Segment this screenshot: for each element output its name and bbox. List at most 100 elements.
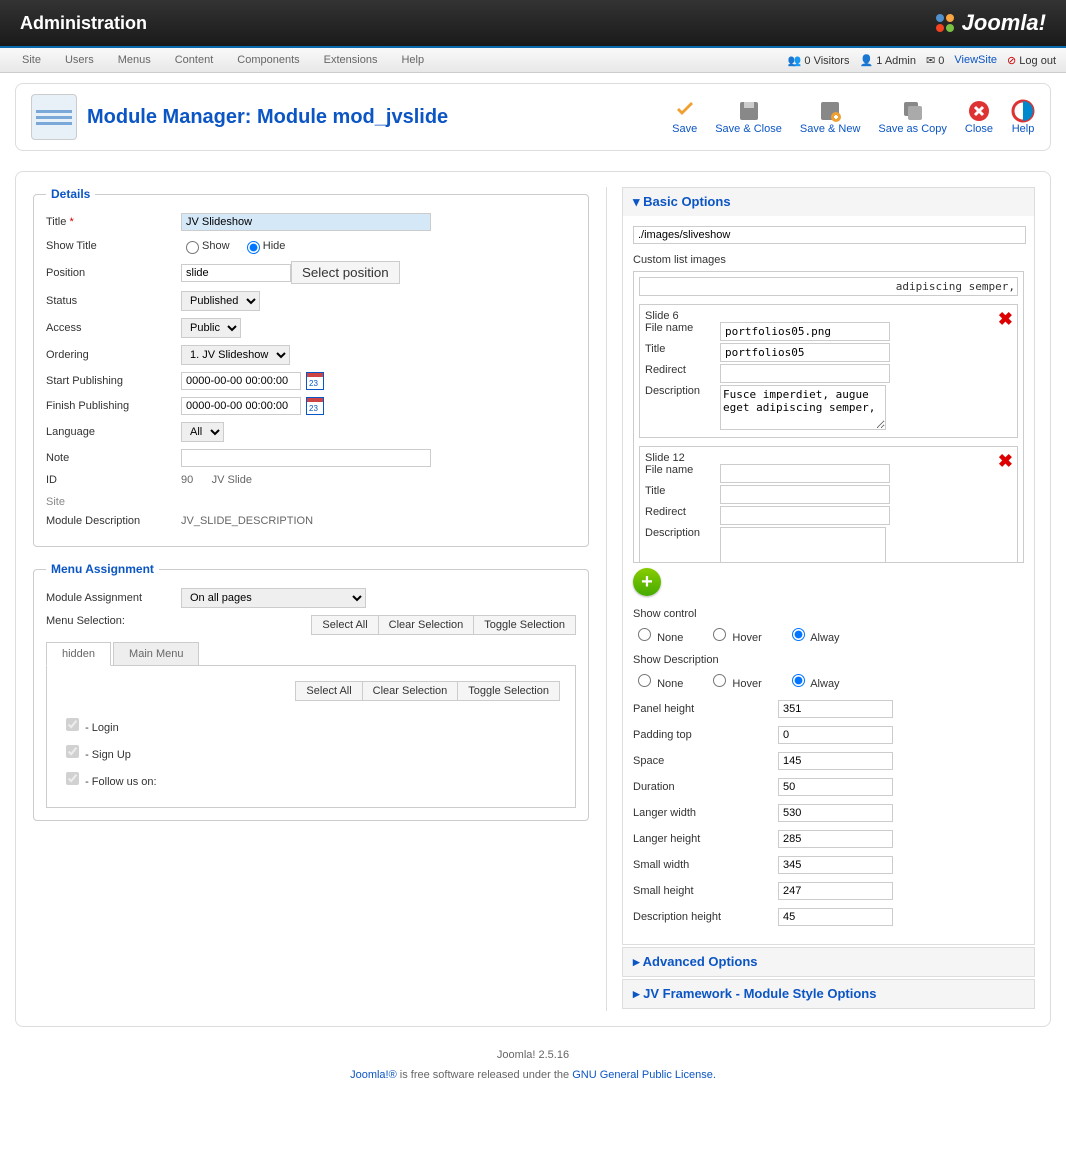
param-row: Panel height	[633, 700, 1024, 718]
param-label: Langer width	[633, 807, 778, 819]
calendar-icon[interactable]	[306, 397, 324, 415]
tab-hidden[interactable]: hidden	[46, 642, 111, 666]
access-select[interactable]: Public	[181, 318, 241, 338]
menu-item-components[interactable]: Components	[225, 48, 311, 72]
param-input[interactable]	[778, 726, 893, 744]
param-label: Small width	[633, 859, 778, 871]
control-alway-radio[interactable]	[792, 628, 805, 641]
param-input[interactable]	[778, 908, 893, 926]
delete-slide-icon[interactable]: ✖	[998, 309, 1013, 330]
slide-header: Slide 6	[645, 310, 1012, 322]
joomla-logo: Joomla!	[933, 10, 1046, 36]
save-new-button[interactable]: Save & New	[800, 99, 861, 135]
ordering-select[interactable]: 1. JV Slideshow	[181, 345, 290, 365]
module-icon	[31, 94, 77, 140]
slides-scroll[interactable]: adipiscing semper, ✖Slide 6File nameTitl…	[633, 271, 1024, 563]
slide-filename-input[interactable]	[720, 322, 890, 341]
hide-radio[interactable]	[247, 241, 260, 254]
logout-link[interactable]: ⊘ Log out	[1007, 54, 1056, 67]
save-close-button[interactable]: Save & Close	[715, 99, 782, 135]
save-button[interactable]: Save	[672, 99, 697, 135]
param-input[interactable]	[778, 752, 893, 770]
param-label: Description height	[633, 911, 778, 923]
menu-item-content[interactable]: Content	[163, 48, 226, 72]
toggle-selection-button[interactable]: Toggle Selection	[473, 615, 576, 635]
basic-options-header[interactable]: Basic Options	[623, 188, 1034, 216]
image-path-input[interactable]	[633, 226, 1026, 244]
main-menu: SiteUsersMenusContentComponentsExtension…	[0, 48, 1066, 73]
advanced-options-header[interactable]: Advanced Options	[623, 948, 1034, 976]
status-select[interactable]: Published	[181, 291, 260, 311]
show-desc-label: Show Description	[633, 654, 1024, 666]
param-input[interactable]	[778, 830, 893, 848]
position-input[interactable]	[181, 264, 291, 282]
slide-title-input[interactable]	[720, 485, 890, 504]
desc-none-radio[interactable]	[638, 674, 651, 687]
close-button[interactable]: Close	[965, 99, 993, 135]
slide-title-input[interactable]	[720, 343, 890, 362]
access-label: Access	[46, 322, 181, 334]
menu-item-site[interactable]: Site	[10, 48, 53, 72]
param-row: Space	[633, 752, 1024, 770]
slide-redirect-input[interactable]	[720, 364, 890, 383]
slide-redirect-input[interactable]	[720, 506, 890, 525]
select-all-button-2[interactable]: Select All	[295, 681, 361, 701]
select-position-button[interactable]: Select position	[291, 261, 400, 284]
desc-hover-radio[interactable]	[713, 674, 726, 687]
desc-alway-radio[interactable]	[792, 674, 805, 687]
delete-slide-icon[interactable]: ✖	[998, 451, 1013, 472]
param-row: Duration	[633, 778, 1024, 796]
note-input[interactable]	[181, 449, 431, 467]
view-site-link[interactable]: ViewSite	[954, 54, 997, 66]
id-label: ID	[46, 474, 181, 486]
slide-desc-input[interactable]: Fusce imperdiet, augue eget adipiscing s…	[720, 385, 886, 430]
menu-item-users[interactable]: Users	[53, 48, 106, 72]
clear-selection-button[interactable]: Clear Selection	[378, 615, 474, 635]
module-type: JV Slide	[212, 474, 252, 486]
toggle-selection-button-2[interactable]: Toggle Selection	[457, 681, 560, 701]
toolbar-row: Module Manager: Module mod_jvslide Save …	[15, 83, 1051, 151]
finish-pub-input[interactable]	[181, 397, 301, 415]
page-title: Module Manager: Module mod_jvslide	[31, 94, 448, 140]
param-input[interactable]	[778, 882, 893, 900]
module-assignment-select[interactable]: On all pages	[181, 588, 366, 608]
note-label: Note	[46, 452, 181, 464]
calendar-icon[interactable]	[306, 372, 324, 390]
language-select[interactable]: All	[181, 422, 224, 442]
header-title: Administration	[20, 13, 147, 34]
show-radio[interactable]	[186, 241, 199, 254]
param-input[interactable]	[778, 856, 893, 874]
menu-assignment-fieldset: Menu Assignment Module AssignmentOn all …	[33, 562, 589, 821]
param-input[interactable]	[778, 804, 893, 822]
param-label: Small height	[633, 885, 778, 897]
param-input[interactable]	[778, 778, 893, 796]
clear-selection-button-2[interactable]: Clear Selection	[362, 681, 458, 701]
param-label: Panel height	[633, 703, 778, 715]
save-copy-button[interactable]: Save as Copy	[878, 99, 946, 135]
control-none-radio[interactable]	[638, 628, 651, 641]
help-button[interactable]: Help	[1011, 99, 1035, 135]
param-row: Langer width	[633, 804, 1024, 822]
add-slide-button[interactable]: +	[633, 568, 661, 596]
menu-item: - Login	[62, 711, 560, 738]
custom-list-label: Custom list images	[633, 254, 1024, 266]
advanced-options-panel: Advanced Options	[622, 947, 1035, 977]
slide-desc-input[interactable]	[720, 527, 886, 563]
param-label: Space	[633, 755, 778, 767]
menu-list: SiteUsersMenusContentComponentsExtension…	[10, 48, 436, 72]
slide-filename-input[interactable]	[720, 464, 890, 483]
select-all-button[interactable]: Select All	[311, 615, 377, 635]
menu-item-menus[interactable]: Menus	[106, 48, 163, 72]
menu-item-help[interactable]: Help	[389, 48, 436, 72]
footer-license-link[interactable]: GNU General Public License.	[572, 1069, 716, 1081]
control-hover-radio[interactable]	[713, 628, 726, 641]
menu-item-extensions[interactable]: Extensions	[312, 48, 390, 72]
param-input[interactable]	[778, 700, 893, 718]
start-pub-input[interactable]	[181, 372, 301, 390]
module-assignment-label: Module Assignment	[46, 592, 181, 604]
framework-options-header[interactable]: JV Framework - Module Style Options	[623, 980, 1034, 1008]
menu-item-checkbox	[66, 772, 79, 785]
title-input[interactable]	[181, 213, 431, 231]
footer-brand[interactable]: Joomla!®	[350, 1069, 397, 1081]
tab-main-menu[interactable]: Main Menu	[113, 642, 199, 666]
